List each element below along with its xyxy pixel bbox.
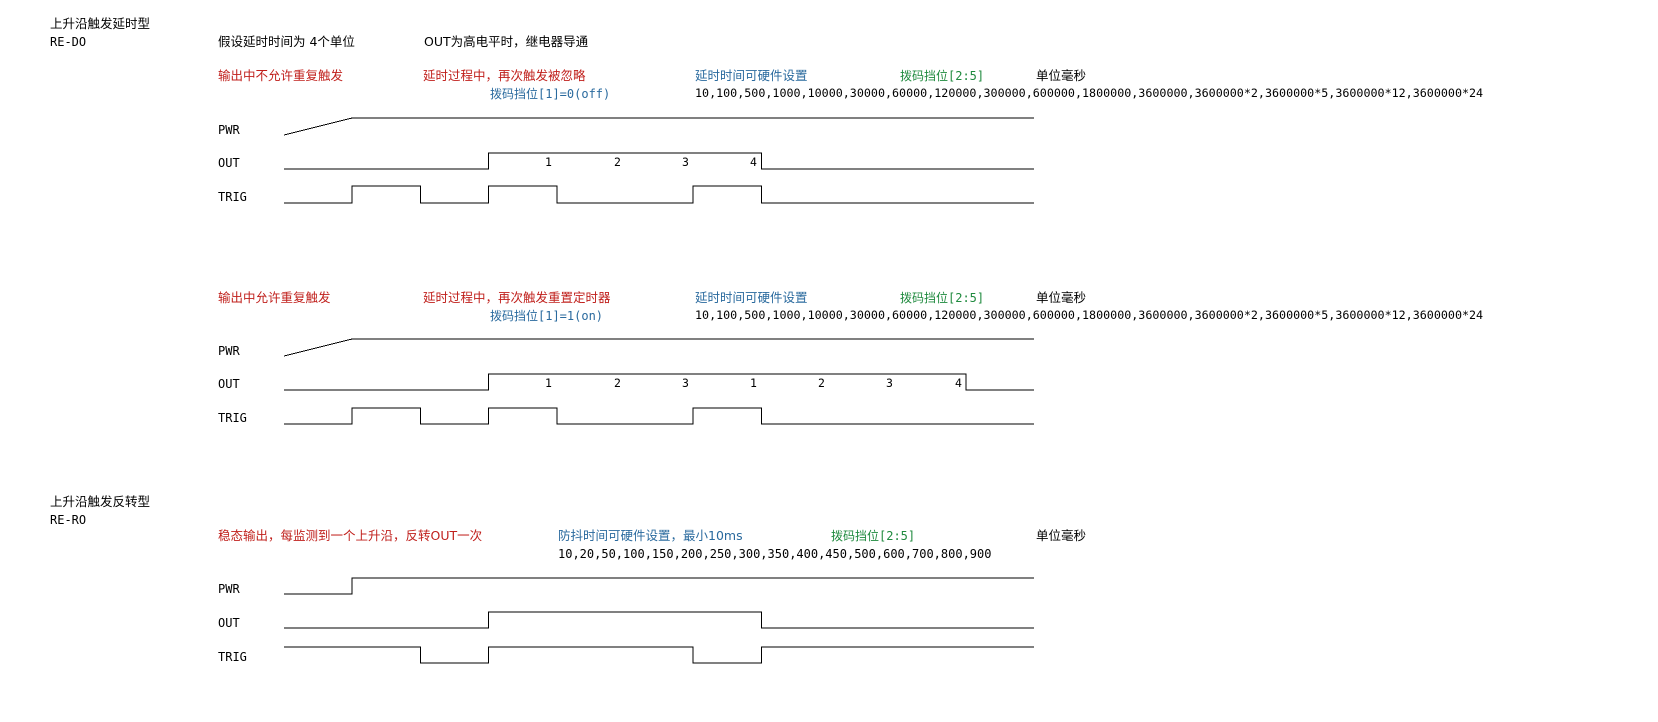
d1-pwr-wave — [283, 117, 1035, 136]
d2-pwr-wave — [283, 338, 1035, 357]
d3-trig-wave — [284, 646, 1035, 664]
d3-waves — [284, 577, 1035, 664]
d3-pwr-wave — [284, 577, 1035, 595]
d2-out-wave — [284, 373, 1035, 391]
timing-waveforms — [283, 117, 1035, 664]
d2-waves — [283, 338, 1035, 425]
d1-trig-wave — [284, 185, 1035, 204]
d2-trig-wave — [284, 407, 1035, 425]
d3-out-wave — [284, 611, 1035, 629]
d1-waves — [283, 117, 1035, 204]
d1-out-wave — [284, 152, 1035, 170]
